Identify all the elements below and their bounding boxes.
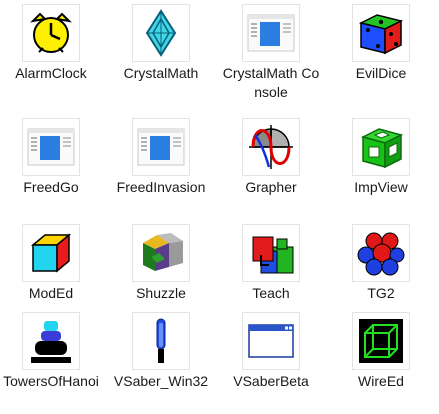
icon-label: TG2 <box>367 285 395 301</box>
green-cube-icon <box>352 118 410 176</box>
icon-label: ImpView <box>354 179 408 195</box>
teach-blocks-icon <box>242 224 300 282</box>
icon-grid: AlarmClock CrystalMath CrystalMath Conso… <box>0 0 439 414</box>
icon-label: Shuzzle <box>136 285 186 301</box>
spheres-icon <box>352 224 410 282</box>
window-app-icon <box>242 4 300 62</box>
icon-label: CrystalMath <box>123 65 199 81</box>
icon-vsaber-win32[interactable]: VSaber_Win32 <box>110 308 220 412</box>
icon-label: CrystalMath Console <box>222 65 320 100</box>
icon-label: Grapher <box>245 179 297 195</box>
wireframe-cube-icon <box>352 312 410 370</box>
icon-label: VSaber_Win32 <box>113 373 209 389</box>
window-app-icon <box>132 118 190 176</box>
alarm-clock-icon <box>22 4 80 62</box>
icon-crystalmath[interactable]: CrystalMath <box>110 0 220 104</box>
icon-freedinvasion[interactable]: FreedInvasion <box>110 114 220 218</box>
icon-label: FreedGo <box>23 179 79 195</box>
grapher-icon <box>242 118 300 176</box>
color-cube-icon <box>22 224 80 282</box>
icon-label: Teach <box>252 285 290 301</box>
icon-alarmclock[interactable]: AlarmClock <box>0 0 110 104</box>
icon-freedgo[interactable]: FreedGo <box>0 114 110 218</box>
icon-label: TowersOfHanoi <box>3 373 99 389</box>
icon-vsaberbeta[interactable]: VSaberBeta <box>220 308 330 412</box>
icon-towersofhanoi[interactable]: TowersOfHanoi <box>0 308 110 412</box>
hanoi-tower-icon <box>22 312 80 370</box>
icon-impview[interactable]: ImpView <box>330 114 439 218</box>
icon-grapher[interactable]: Grapher <box>220 114 330 218</box>
icon-label: FreedInvasion <box>116 179 206 195</box>
icon-label: AlarmClock <box>15 65 87 81</box>
icon-evildice[interactable]: EvilDice <box>330 0 439 104</box>
dice-icon <box>352 4 410 62</box>
puzzle-cube-icon <box>132 224 190 282</box>
icon-label: WireEd <box>358 373 404 389</box>
window-app-icon <box>22 118 80 176</box>
icon-wireed[interactable]: WireEd <box>330 308 439 412</box>
icon-label: ModEd <box>28 285 74 301</box>
icon-crystalmath-console[interactable]: CrystalMath Console <box>220 0 330 104</box>
icon-label: EvilDice <box>355 65 407 81</box>
icon-label: VSaberBeta <box>233 373 309 389</box>
crystal-icon <box>132 4 190 62</box>
lightsaber-icon <box>132 312 190 370</box>
blank-window-icon <box>242 312 300 370</box>
